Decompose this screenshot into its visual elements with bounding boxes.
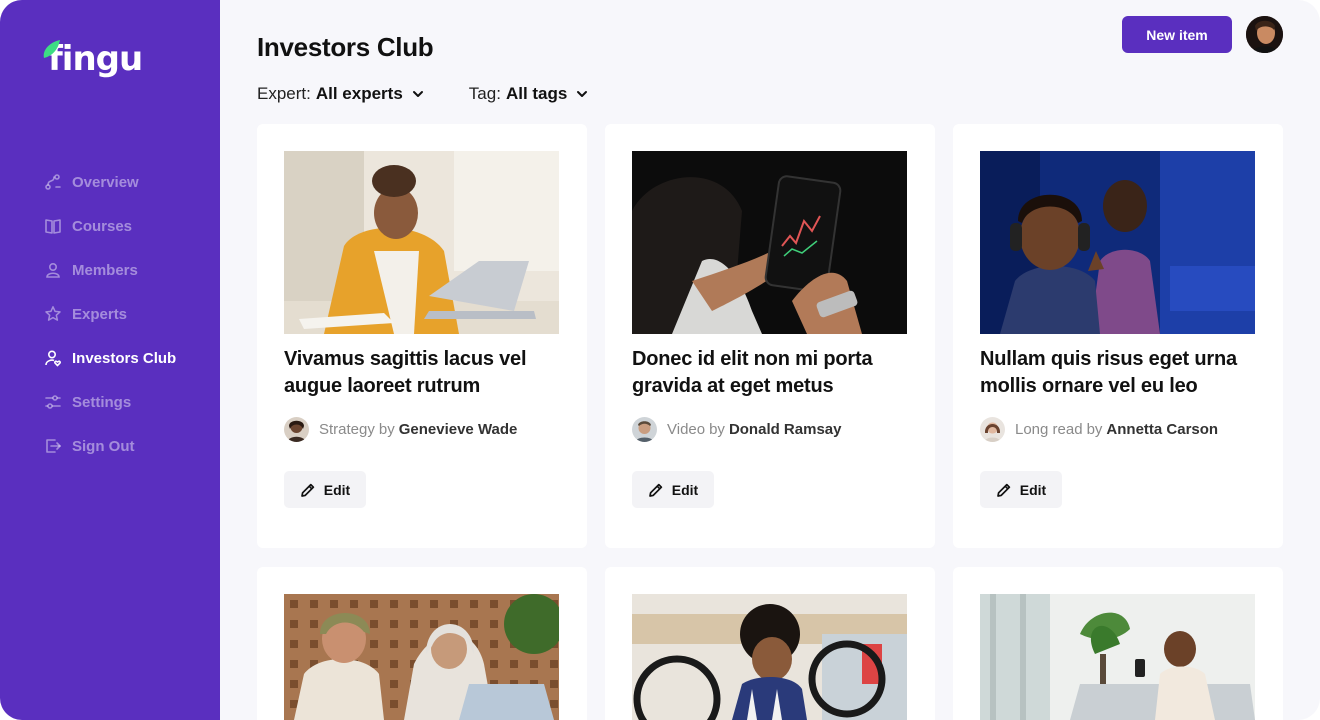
sign-out-icon: [44, 437, 62, 455]
book-icon: [44, 217, 62, 235]
star-icon: [44, 305, 62, 323]
main-content: Investors Club New item Expert: All expe…: [220, 0, 1320, 720]
chevron-down-icon: [412, 91, 423, 97]
author-avatar: [284, 417, 309, 442]
card-type: Strategy: [319, 421, 375, 438]
card-meta: Long read by Annetta Carson: [980, 417, 1218, 442]
chevron-down-icon: [577, 91, 588, 97]
page-title: Investors Club: [257, 32, 434, 62]
content-card[interactable]: Nullam quis risus eget urna mollis ornar…: [953, 124, 1283, 548]
sidebar-item-label: Settings: [72, 393, 132, 411]
expert-filter-dropdown[interactable]: Expert: All experts: [257, 84, 425, 104]
content-card[interactable]: [605, 567, 935, 720]
card-type: Long read: [1015, 421, 1083, 438]
sidebar-item-label: Sign Out: [72, 437, 135, 455]
edit-button[interactable]: Edit: [980, 471, 1062, 508]
card-author[interactable]: Annetta Carson: [1106, 421, 1218, 438]
edit-button[interactable]: Edit: [284, 471, 366, 508]
card-meta: Video by Donald Ramsay: [632, 417, 841, 442]
user-heart-icon: [44, 349, 62, 367]
card-title[interactable]: Vivamus sagittis lacus vel augue laoreet…: [284, 346, 564, 400]
leaf-icon: [43, 40, 60, 58]
sidebar-item-label: Investors Club: [72, 349, 177, 367]
card-image: [980, 151, 1255, 334]
author-avatar: [980, 417, 1005, 442]
card-image: [284, 151, 559, 334]
brand-logo[interactable]: fingu: [40, 36, 143, 82]
content-card[interactable]: Donec id elit non mi porta gravida at eg…: [605, 124, 935, 548]
pencil-icon: [996, 483, 1011, 497]
card-meta: Strategy by Genevieve Wade: [284, 417, 517, 442]
content-card[interactable]: [953, 567, 1283, 720]
sidebar-item-label: Experts: [72, 305, 128, 323]
sidebar-item-label: Courses: [72, 217, 133, 235]
author-avatar: [632, 417, 657, 442]
edit-label: Edit: [1019, 481, 1047, 498]
user-avatar[interactable]: [1246, 16, 1283, 53]
pencil-icon: [300, 483, 315, 497]
content-card[interactable]: Vivamus sagittis lacus vel augue laoreet…: [257, 124, 587, 548]
tag-filter-value: All tags: [505, 84, 568, 103]
sidebar-item-courses[interactable]: Courses: [44, 204, 176, 248]
card-by: by: [378, 421, 395, 438]
sidebar: fingu Overview Courses Members Experts I…: [0, 0, 220, 720]
card-image: [284, 594, 559, 720]
edit-button[interactable]: Edit: [632, 471, 714, 508]
overview-icon: [44, 173, 62, 191]
edit-label: Edit: [323, 481, 351, 498]
card-author[interactable]: Donald Ramsay: [729, 421, 842, 438]
sidebar-item-sign-out[interactable]: Sign Out: [44, 424, 176, 468]
card-image: [980, 594, 1255, 720]
card-image: [632, 151, 907, 334]
tag-filter-dropdown[interactable]: Tag: All tags: [469, 84, 590, 104]
card-type: Video: [667, 421, 706, 438]
app-window: fingu Overview Courses Members Experts I…: [0, 0, 1320, 720]
new-item-button[interactable]: New item: [1122, 16, 1232, 53]
card-title[interactable]: Nullam quis risus eget urna mollis ornar…: [980, 346, 1260, 400]
sidebar-item-overview[interactable]: Overview: [44, 160, 176, 204]
expert-filter-label: Expert:: [257, 84, 311, 103]
user-icon: [44, 261, 62, 279]
expert-filter-value: All experts: [315, 84, 403, 103]
card-image: [632, 594, 907, 720]
edit-label: Edit: [671, 481, 699, 498]
sidebar-item-experts[interactable]: Experts: [44, 292, 176, 336]
sidebar-item-investors-club[interactable]: Investors Club: [44, 336, 176, 380]
tag-filter-label: Tag:: [468, 84, 501, 103]
card-author[interactable]: Genevieve Wade: [399, 421, 518, 438]
sidebar-nav: Overview Courses Members Experts Investo…: [44, 160, 176, 468]
pencil-icon: [648, 483, 663, 497]
card-by: by: [1086, 421, 1103, 438]
sidebar-item-members[interactable]: Members: [44, 248, 176, 292]
filter-bar: Expert: All experts Tag: All tags: [257, 84, 589, 104]
sliders-icon: [44, 393, 62, 411]
content-card[interactable]: [257, 567, 587, 720]
sidebar-item-settings[interactable]: Settings: [44, 380, 176, 424]
card-title[interactable]: Donec id elit non mi porta gravida at eg…: [632, 346, 912, 400]
card-by: by: [709, 421, 725, 438]
sidebar-item-label: Members: [72, 261, 138, 279]
sidebar-item-label: Overview: [72, 173, 139, 191]
